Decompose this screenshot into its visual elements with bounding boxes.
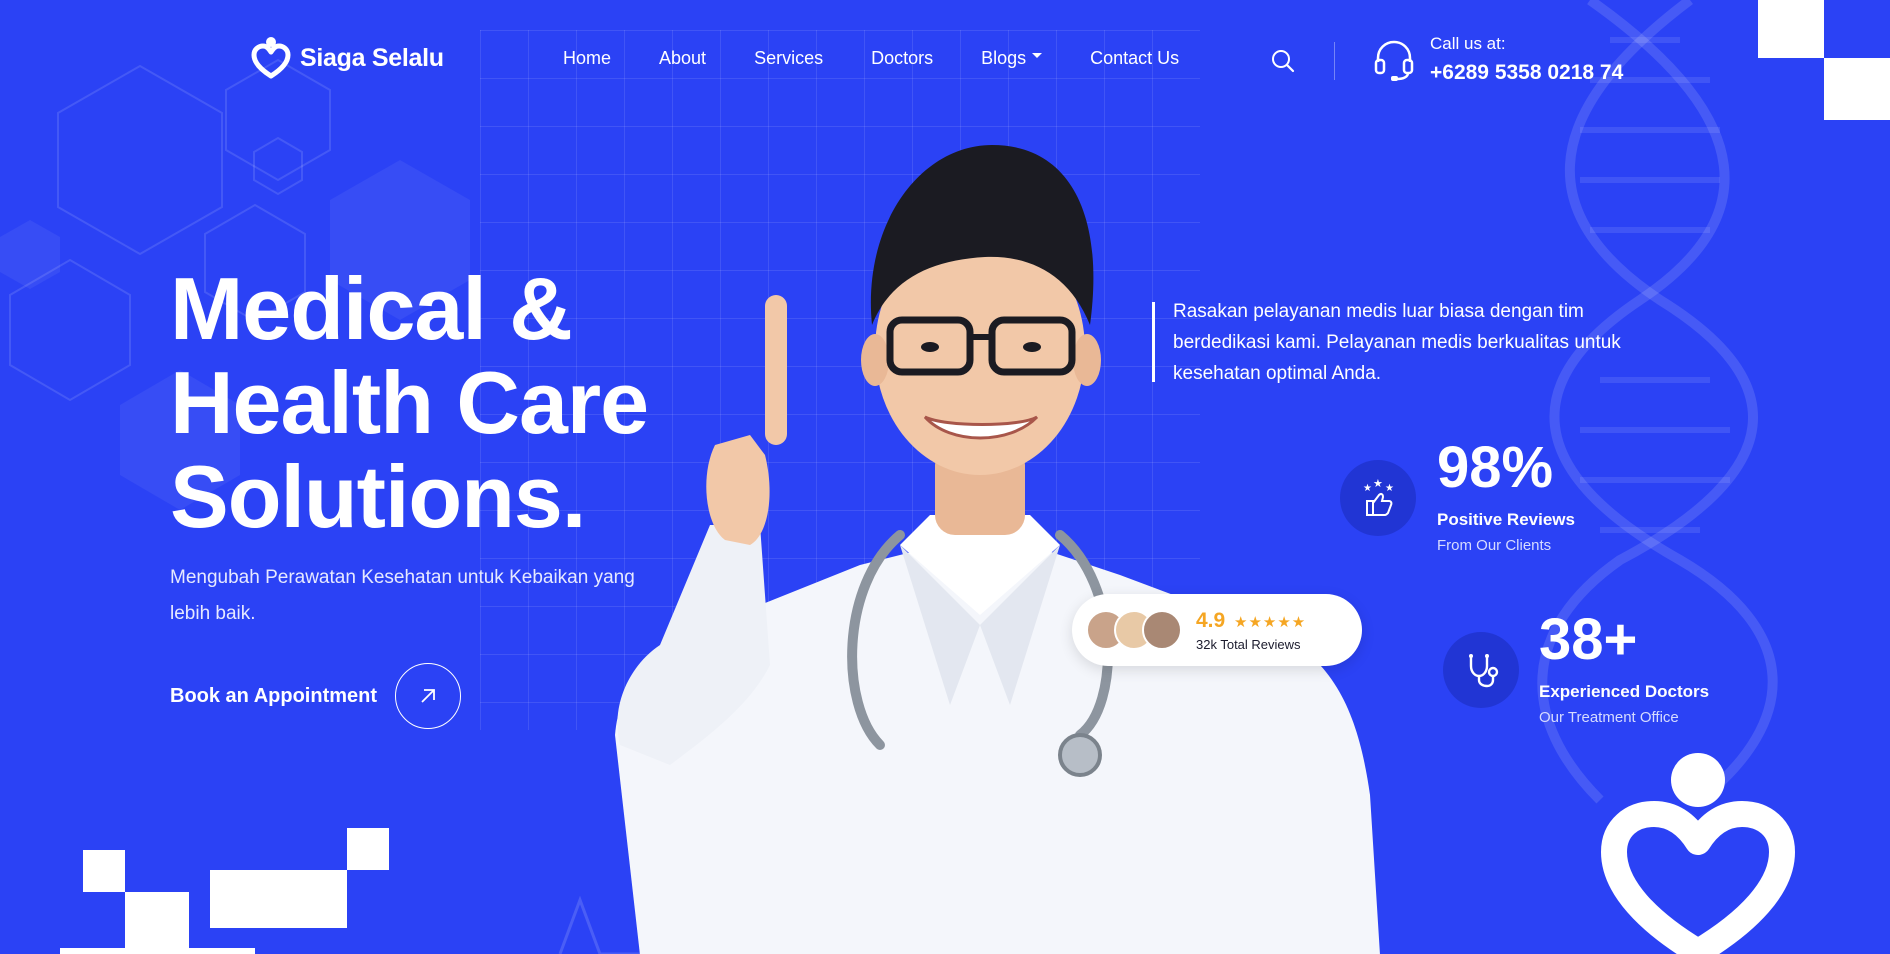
- svg-text:★: ★: [1363, 483, 1372, 494]
- nav-contact-us[interactable]: Contact Us: [1090, 48, 1179, 69]
- nav-home-label: Home: [563, 48, 612, 68]
- deco-square: [1824, 58, 1890, 120]
- deco-square: [83, 850, 125, 892]
- stat-title: Positive Reviews: [1437, 510, 1575, 529]
- rating-card: 4.9 ★★★★★ 32k Total Reviews: [1072, 594, 1362, 666]
- nav-home[interactable]: Home: [563, 48, 611, 69]
- description-accent-bar: [1152, 302, 1155, 382]
- nav-doctors[interactable]: Doctors: [871, 48, 933, 69]
- deco-square: [347, 828, 389, 870]
- thumbs-up-stars-icon: ★ ★ ★: [1363, 477, 1394, 516]
- brand-name: Siaga Selalu: [300, 43, 444, 72]
- nav-blogs[interactable]: Blogs: [981, 48, 1043, 69]
- nav-contact-label: Contact Us: [1090, 48, 1180, 68]
- avatar: [1142, 610, 1182, 650]
- stat-value: 38+: [1539, 607, 1638, 672]
- hero-title-line: Solutions.: [170, 447, 586, 546]
- deco-square: [125, 892, 189, 954]
- stethoscope-icon: [1469, 654, 1499, 688]
- hero-title-line: Medical &: [170, 259, 573, 358]
- rating-stars: ★★★★★: [1234, 614, 1307, 631]
- nav-about-label: About: [659, 48, 707, 68]
- stat-subtitle: From Our Clients: [1437, 537, 1552, 554]
- hero-title-line: Health Care: [170, 353, 649, 452]
- deco-square: [1758, 0, 1824, 58]
- headset-icon: [1374, 40, 1414, 81]
- stat-value: 98%: [1437, 435, 1554, 500]
- svg-text:★: ★: [1385, 483, 1394, 494]
- header-divider: [1334, 42, 1335, 80]
- heart-person-icon: [251, 37, 291, 79]
- hero-subtitle: Mengubah Perawatan Kesehatan untuk Kebai…: [170, 567, 635, 624]
- chevron-down-icon: [1032, 53, 1043, 58]
- stat-icon-container: ★ ★ ★: [1340, 460, 1416, 536]
- svg-text:★: ★: [1373, 477, 1383, 490]
- nav-doctors-label: Doctors: [871, 48, 934, 68]
- hero-description: Rasakan pelayanan medis luar biasa denga…: [1173, 301, 1621, 384]
- stat-title: Experienced Doctors: [1539, 682, 1710, 701]
- hero-page: Siaga Selalu Home About Services Doctors…: [0, 0, 1890, 954]
- phone-number[interactable]: +6289 5358 0218 74: [1430, 61, 1623, 85]
- stat-icon-container: [1443, 632, 1519, 708]
- call-label: Call us at:: [1430, 34, 1506, 53]
- rating-score: 4.9: [1196, 609, 1226, 632]
- hero-title: Medical & Health Care Solutions.: [170, 259, 649, 546]
- cta-label: Book an Appointment: [170, 684, 378, 707]
- search-icon: [1272, 50, 1295, 73]
- deco-square: [60, 948, 255, 954]
- rating-total-reviews: 32k Total Reviews: [1196, 637, 1301, 652]
- main-nav: Home About Services Doctors Blogs Contac…: [563, 48, 1179, 69]
- heart-person-icon: [1601, 753, 1795, 954]
- arrow-up-right-icon: [421, 689, 435, 703]
- doctor-illustration: [615, 145, 1380, 954]
- stat-subtitle: Our Treatment Office: [1539, 709, 1679, 726]
- nav-services[interactable]: Services: [754, 48, 823, 69]
- search-button[interactable]: [1270, 48, 1296, 74]
- brand-logo[interactable]: Siaga Selalu: [250, 36, 444, 80]
- deco-square: [210, 870, 347, 928]
- nav-blogs-label: Blogs: [981, 48, 1027, 68]
- nav-services-label: Services: [754, 48, 824, 68]
- cta-circle: [395, 663, 462, 729]
- book-appointment-button[interactable]: Book an Appointment: [170, 663, 462, 729]
- nav-about[interactable]: About: [659, 48, 706, 69]
